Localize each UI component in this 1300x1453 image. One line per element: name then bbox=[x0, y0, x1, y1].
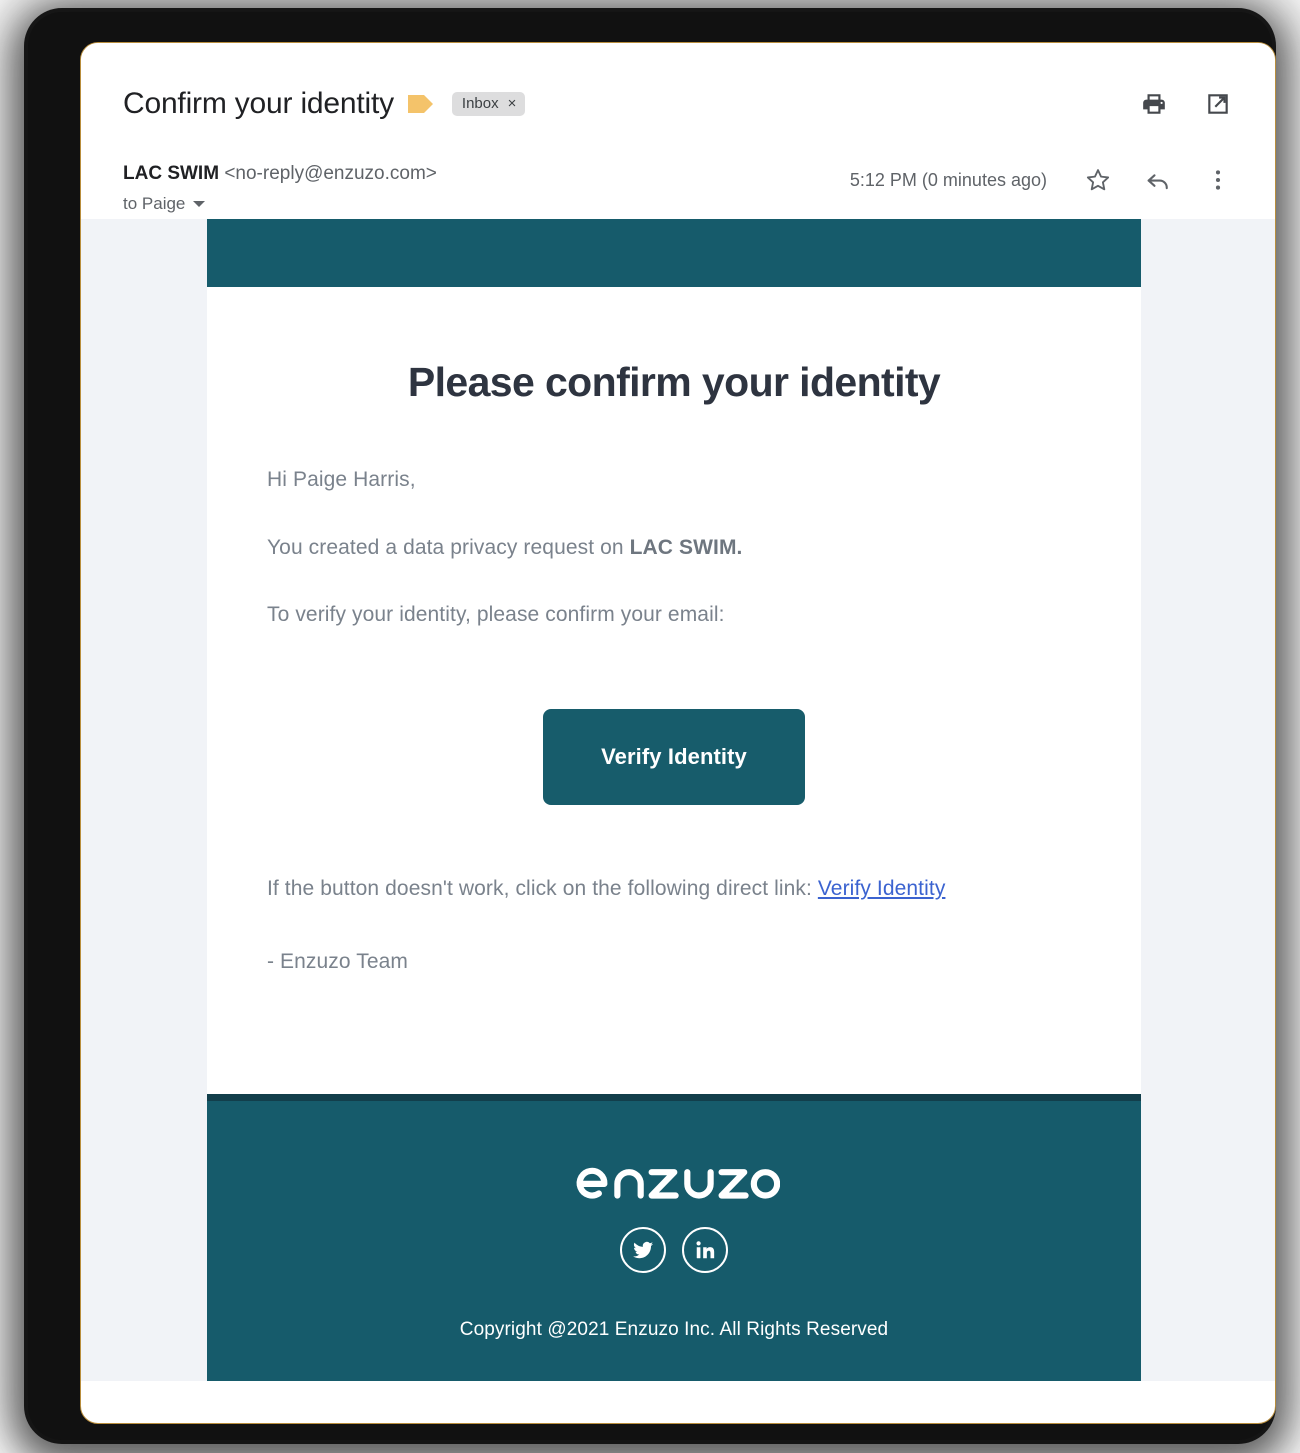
twitter-icon[interactable] bbox=[620, 1226, 666, 1273]
reply-icon[interactable] bbox=[1143, 165, 1173, 195]
email-verify-instruction: To verify your identity, please confirm … bbox=[267, 603, 725, 627]
recipient-row[interactable]: to Paige bbox=[123, 194, 437, 214]
email-footer: Copyright @2021 Enzuzo Inc. All Rights R… bbox=[207, 1093, 1141, 1381]
chevron-down-icon[interactable] bbox=[193, 200, 206, 207]
email-fallback-line: If the button doesn't work, click on the… bbox=[267, 873, 1081, 905]
email-content: Please confirm your identity Hi Paige Ha… bbox=[207, 287, 1141, 1094]
sender-actions: 5:12 PM (0 minutes ago) bbox=[850, 163, 1233, 195]
cta-wrapper: Verify Identity bbox=[267, 667, 1081, 873]
enzuzo-logo bbox=[576, 1167, 780, 1199]
copyright-text: Copyright @2021 Enzuzo Inc. All Rights R… bbox=[459, 1318, 889, 1340]
email-window-card: Confirm your identity Inbox × LAC SWIM <… bbox=[80, 42, 1276, 1424]
email-top-banner bbox=[207, 219, 1141, 287]
sender-name: LAC SWIM bbox=[123, 163, 220, 184]
star-icon[interactable] bbox=[1083, 165, 1113, 195]
print-icon[interactable] bbox=[1139, 89, 1169, 119]
verify-identity-link[interactable]: Verify Identity bbox=[818, 877, 946, 900]
subject-row: Confirm your identity Inbox × bbox=[123, 81, 1233, 127]
recipient-label: to Paige bbox=[123, 193, 186, 213]
timestamp: 5:12 PM (0 minutes ago) bbox=[849, 169, 1047, 190]
email-heading: Please confirm your identity bbox=[407, 359, 941, 405]
sender-line: LAC SWIM <no-reply@enzuzo.com> bbox=[123, 163, 437, 186]
email-request-prefix: You created a data privacy request on bbox=[267, 535, 630, 559]
page-title: Confirm your identity bbox=[123, 87, 394, 120]
email-canvas: Please confirm your identity Hi Paige Ha… bbox=[81, 219, 1275, 1381]
close-icon[interactable]: × bbox=[508, 96, 517, 111]
social-links bbox=[207, 1226, 1141, 1273]
email-sign-off: - Enzuzo Team bbox=[267, 950, 408, 974]
linkedin-icon[interactable] bbox=[682, 1226, 728, 1273]
sender-details: LAC SWIM <no-reply@enzuzo.com> to Paige bbox=[123, 163, 437, 214]
device-frame: Confirm your identity Inbox × LAC SWIM <… bbox=[28, 12, 1276, 1440]
email-fallback-prefix: If the button doesn't work, click on the… bbox=[267, 876, 818, 900]
email-request-brand: LAC SWIM. bbox=[629, 535, 743, 559]
label-chip-inbox[interactable]: Inbox × bbox=[451, 92, 526, 116]
sender-email: <no-reply@enzuzo.com> bbox=[224, 163, 437, 184]
open-in-new-window-icon[interactable] bbox=[1203, 89, 1233, 119]
important-marker-icon[interactable] bbox=[407, 94, 434, 114]
email-body: Please confirm your identity Hi Paige Ha… bbox=[207, 219, 1141, 1381]
verify-identity-button[interactable]: Verify Identity bbox=[543, 708, 805, 805]
email-greeting: Hi Paige Harris, bbox=[267, 468, 416, 492]
email-request-line: You created a data privacy request on LA… bbox=[267, 532, 1081, 564]
label-chip-text: Inbox bbox=[461, 95, 499, 112]
sender-row: LAC SWIM <no-reply@enzuzo.com> to Paige … bbox=[81, 127, 1275, 219]
header-actions bbox=[1139, 89, 1233, 119]
more-options-icon[interactable] bbox=[1203, 165, 1233, 195]
screenshot-root: Confirm your identity Inbox × LAC SWIM <… bbox=[0, 0, 1300, 1453]
mail-header: Confirm your identity Inbox × bbox=[81, 43, 1275, 127]
